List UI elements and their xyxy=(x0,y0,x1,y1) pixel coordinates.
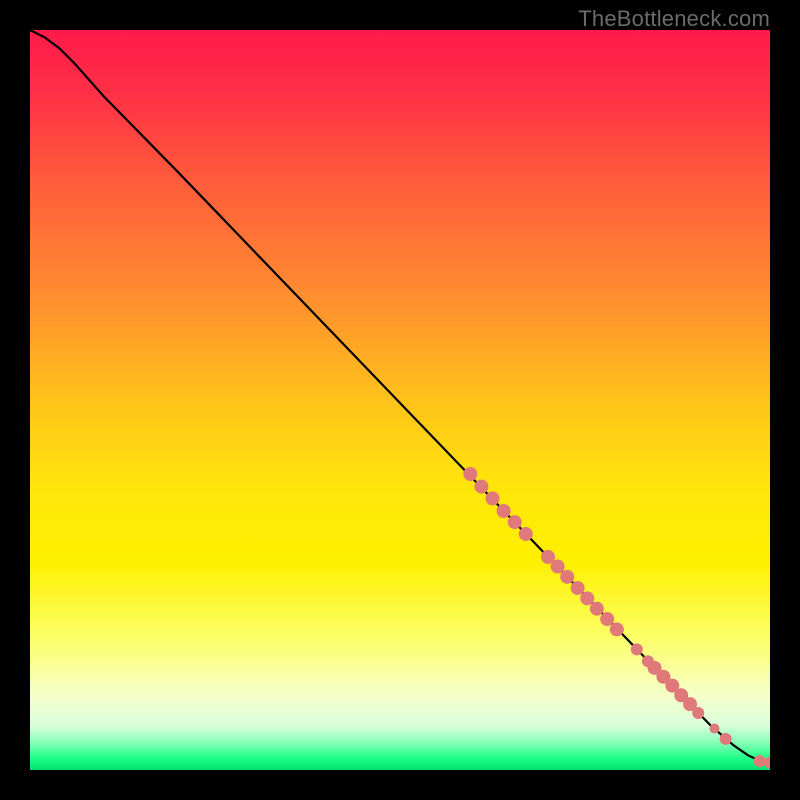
data-point xyxy=(463,467,477,481)
watermark-label: TheBottleneck.com xyxy=(578,6,770,32)
scatter-group xyxy=(463,467,770,769)
data-point xyxy=(551,560,565,574)
data-point xyxy=(600,612,614,626)
data-point xyxy=(580,591,594,605)
data-point xyxy=(508,515,522,529)
data-point xyxy=(590,602,604,616)
data-point xyxy=(571,581,585,595)
data-point xyxy=(610,622,624,636)
data-point xyxy=(692,707,704,719)
data-point xyxy=(560,570,574,584)
data-point xyxy=(519,527,533,541)
data-point xyxy=(631,643,643,655)
chart-stage: TheBottleneck.com xyxy=(0,0,800,800)
data-point xyxy=(486,491,500,505)
plot-area xyxy=(30,30,770,770)
data-point xyxy=(497,504,511,518)
data-point xyxy=(710,724,720,734)
data-overlay xyxy=(30,30,770,770)
data-point xyxy=(474,480,488,494)
data-point xyxy=(754,755,766,767)
curve-path xyxy=(30,30,770,763)
data-point xyxy=(720,733,732,745)
